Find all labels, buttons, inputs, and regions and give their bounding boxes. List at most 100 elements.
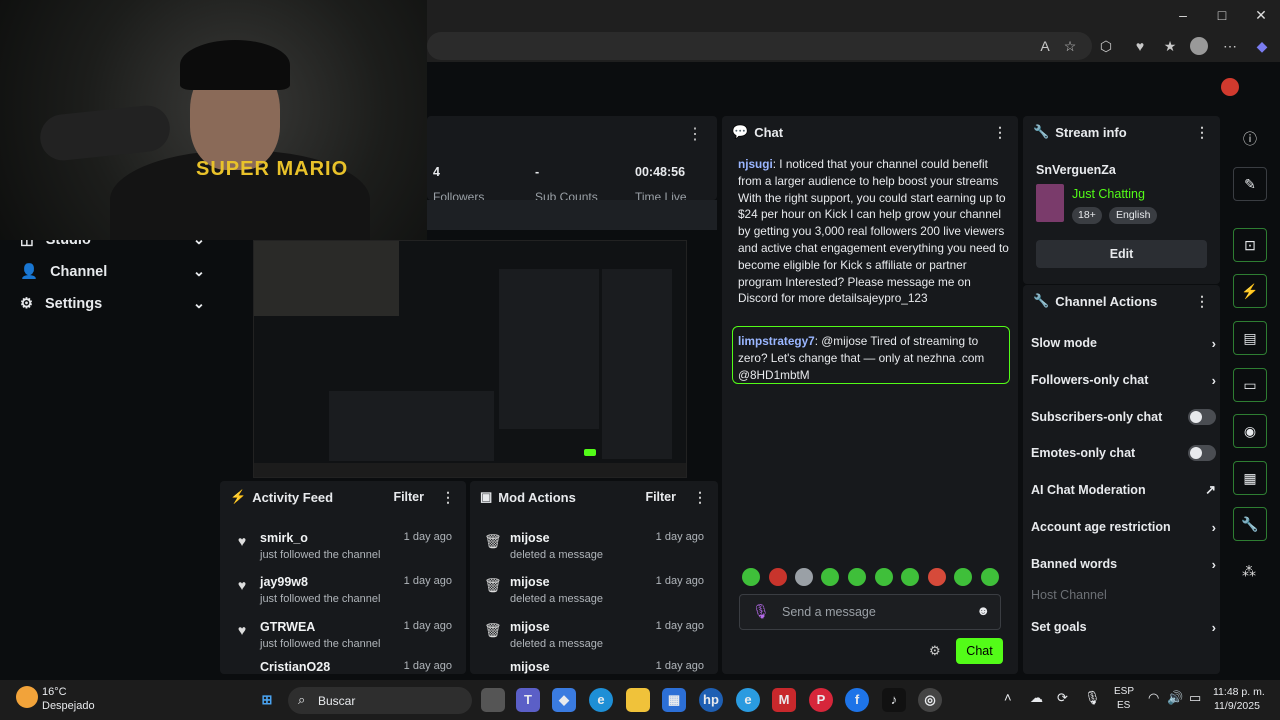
preview-chat xyxy=(499,269,599,429)
layout-icon[interactable]: ▦ xyxy=(1233,461,1267,495)
emote[interactable] xyxy=(821,568,839,586)
ai-moderation-row[interactable]: AI Chat Moderation ↗ xyxy=(1031,478,1216,502)
emote[interactable] xyxy=(769,568,787,586)
kebab-menu-icon[interactable]: ⋮ xyxy=(992,124,1008,141)
extensions-icon[interactable]: ⬡ xyxy=(1096,36,1116,56)
stream-preview[interactable] xyxy=(253,240,687,478)
browser-essentials-icon[interactable]: ♥ xyxy=(1130,36,1150,56)
taskbar-search[interactable]: ⌕ Buscar xyxy=(288,687,472,714)
slow-mode-row[interactable]: Slow mode › xyxy=(1031,331,1216,355)
nav-settings[interactable]: ⚙ Settings ⌄ xyxy=(20,296,205,312)
activity-feed-panel: ⚡ Activity Feed Filter ⋮ ♥ smirk_o just … xyxy=(220,481,466,674)
category-link[interactable]: Just Chatting xyxy=(1072,187,1145,201)
file-explorer-icon[interactable] xyxy=(626,688,650,712)
mod-filter-button[interactable]: Filter xyxy=(645,490,676,504)
emote[interactable] xyxy=(795,568,813,586)
emote[interactable] xyxy=(875,568,893,586)
edit-pencil-icon[interactable]: ✎ xyxy=(1233,167,1267,201)
emotes-only-row: Emotes-only chat xyxy=(1031,441,1216,465)
emote[interactable] xyxy=(981,568,999,586)
windows-start-icon[interactable]: ⊞ xyxy=(255,688,279,712)
wifi-icon[interactable]: ◠ xyxy=(1148,690,1159,706)
close-window-icon[interactable]: ✕ xyxy=(1246,4,1276,26)
emoji-icon[interactable]: ☻ xyxy=(976,603,990,618)
activity-filter-button[interactable]: Filter xyxy=(393,490,424,504)
clip-capture-icon[interactable]: ⊡ xyxy=(1233,228,1267,262)
info-icon[interactable]: ⓘ xyxy=(1243,129,1257,149)
subscribers-only-toggle[interactable] xyxy=(1188,409,1216,425)
sync-icon[interactable]: ⟳ xyxy=(1057,690,1068,706)
time-live-label: Time Live xyxy=(635,190,687,200)
kebab-menu-icon[interactable]: ⋮ xyxy=(692,489,708,506)
language-top[interactable]: ESP xyxy=(1114,686,1134,697)
lightning-icon[interactable]: ⚡ xyxy=(1233,274,1267,308)
minimize-icon[interactable]: – xyxy=(1168,4,1198,26)
store-icon[interactable]: ▦ xyxy=(662,688,686,712)
profile-avatar-icon[interactable] xyxy=(1190,37,1208,55)
edit-stream-button[interactable]: Edit xyxy=(1036,240,1207,268)
mcafee-icon[interactable]: M xyxy=(772,688,796,712)
emote[interactable] xyxy=(848,568,866,586)
read-aloud-icon[interactable]: A xyxy=(1035,36,1055,56)
teams-icon[interactable]: T xyxy=(516,688,540,712)
streamer-cap xyxy=(180,40,290,90)
send-chat-button[interactable]: Chat xyxy=(956,638,1003,664)
followers-only-row[interactable]: Followers-only chat › xyxy=(1031,368,1216,392)
chevron-down-icon: ⌄ xyxy=(192,263,205,280)
onedrive-icon[interactable]: ☁ xyxy=(1030,690,1043,706)
emote[interactable] xyxy=(954,568,972,586)
banned-words-row[interactable]: Banned words › xyxy=(1031,552,1216,576)
category-thumbnail xyxy=(1036,184,1064,222)
address-bar[interactable] xyxy=(427,32,1092,60)
copilot-icon[interactable]: ◆ xyxy=(1252,36,1272,56)
followers-label: Followers xyxy=(433,190,485,200)
favorite-star-icon[interactable]: ☆ xyxy=(1060,36,1080,56)
kebab-menu-icon[interactable]: ⋮ xyxy=(1194,124,1210,141)
nav-channel[interactable]: 👤 Channel ⌄ xyxy=(20,263,205,281)
task-view-icon[interactable] xyxy=(481,688,505,712)
wrench-icon: 🔧 xyxy=(1033,124,1050,139)
chevron-right-icon: › xyxy=(1211,372,1216,388)
kebab-menu-icon[interactable]: ⋮ xyxy=(687,124,703,144)
hp-icon[interactable]: hp xyxy=(699,688,723,712)
set-goals-row[interactable]: Set goals › xyxy=(1031,615,1216,639)
tiktok-icon[interactable]: ♪ xyxy=(882,688,906,712)
kebab-menu-icon[interactable]: ⋮ xyxy=(1194,293,1210,310)
obs-icon[interactable]: ◎ xyxy=(918,688,942,712)
maximize-icon[interactable]: □ xyxy=(1207,4,1237,26)
edge-icon[interactable]: e xyxy=(589,688,613,712)
wrench-icon[interactable]: 🔧 xyxy=(1233,507,1267,541)
battery-icon[interactable]: ▭ xyxy=(1189,690,1201,706)
chat-bubble-icon[interactable]: ▭ xyxy=(1233,368,1267,402)
notes-icon[interactable]: ▤ xyxy=(1233,321,1267,355)
account-age-row[interactable]: Account age restriction › xyxy=(1031,515,1216,539)
emote[interactable] xyxy=(742,568,760,586)
microphone-icon[interactable]: 🎙 xyxy=(1084,690,1101,706)
emotes-only-toggle[interactable] xyxy=(1188,445,1216,461)
emote[interactable] xyxy=(901,568,919,586)
chat-bubble-icon: 💬 xyxy=(732,124,749,139)
subscribers-only-row: Subscribers-only chat xyxy=(1031,405,1216,429)
webcam-overlay: SUPER MARIO xyxy=(0,0,427,240)
app-icon[interactable]: e xyxy=(736,688,760,712)
mario-logo: SUPER MARIO xyxy=(196,158,349,180)
weather-icon[interactable] xyxy=(16,686,38,708)
microphone-icon[interactable]: 🎙 xyxy=(752,603,770,620)
copilot-app-icon[interactable]: ◆ xyxy=(552,688,576,712)
more-options-icon[interactable]: ⋯ xyxy=(1220,36,1240,56)
volume-icon[interactable]: 🔊 xyxy=(1167,690,1183,706)
user-avatar-icon[interactable] xyxy=(1221,78,1239,96)
emote[interactable] xyxy=(928,568,946,586)
chevron-up-icon[interactable]: ˄ xyxy=(1004,690,1012,705)
list-item: 🗑 mijose deleted a message 1 day ago xyxy=(484,575,704,605)
apps-icon[interactable]: ⁂ xyxy=(1242,563,1256,580)
chat-input[interactable]: 🎙 Send a message ☻ xyxy=(739,594,1001,630)
kebab-menu-icon[interactable]: ⋮ xyxy=(440,489,456,506)
clock-time[interactable]: 11:48 p. m. xyxy=(1213,686,1265,698)
chat-settings-icon[interactable]: ⚙ xyxy=(929,643,941,659)
favorites-icon[interactable]: ★ xyxy=(1160,36,1180,56)
chevron-right-icon: › xyxy=(1211,556,1216,572)
broadcast-icon[interactable]: ◉ xyxy=(1233,414,1267,448)
facebook-icon[interactable]: f xyxy=(845,688,869,712)
pinterest-icon[interactable]: P xyxy=(809,688,833,712)
